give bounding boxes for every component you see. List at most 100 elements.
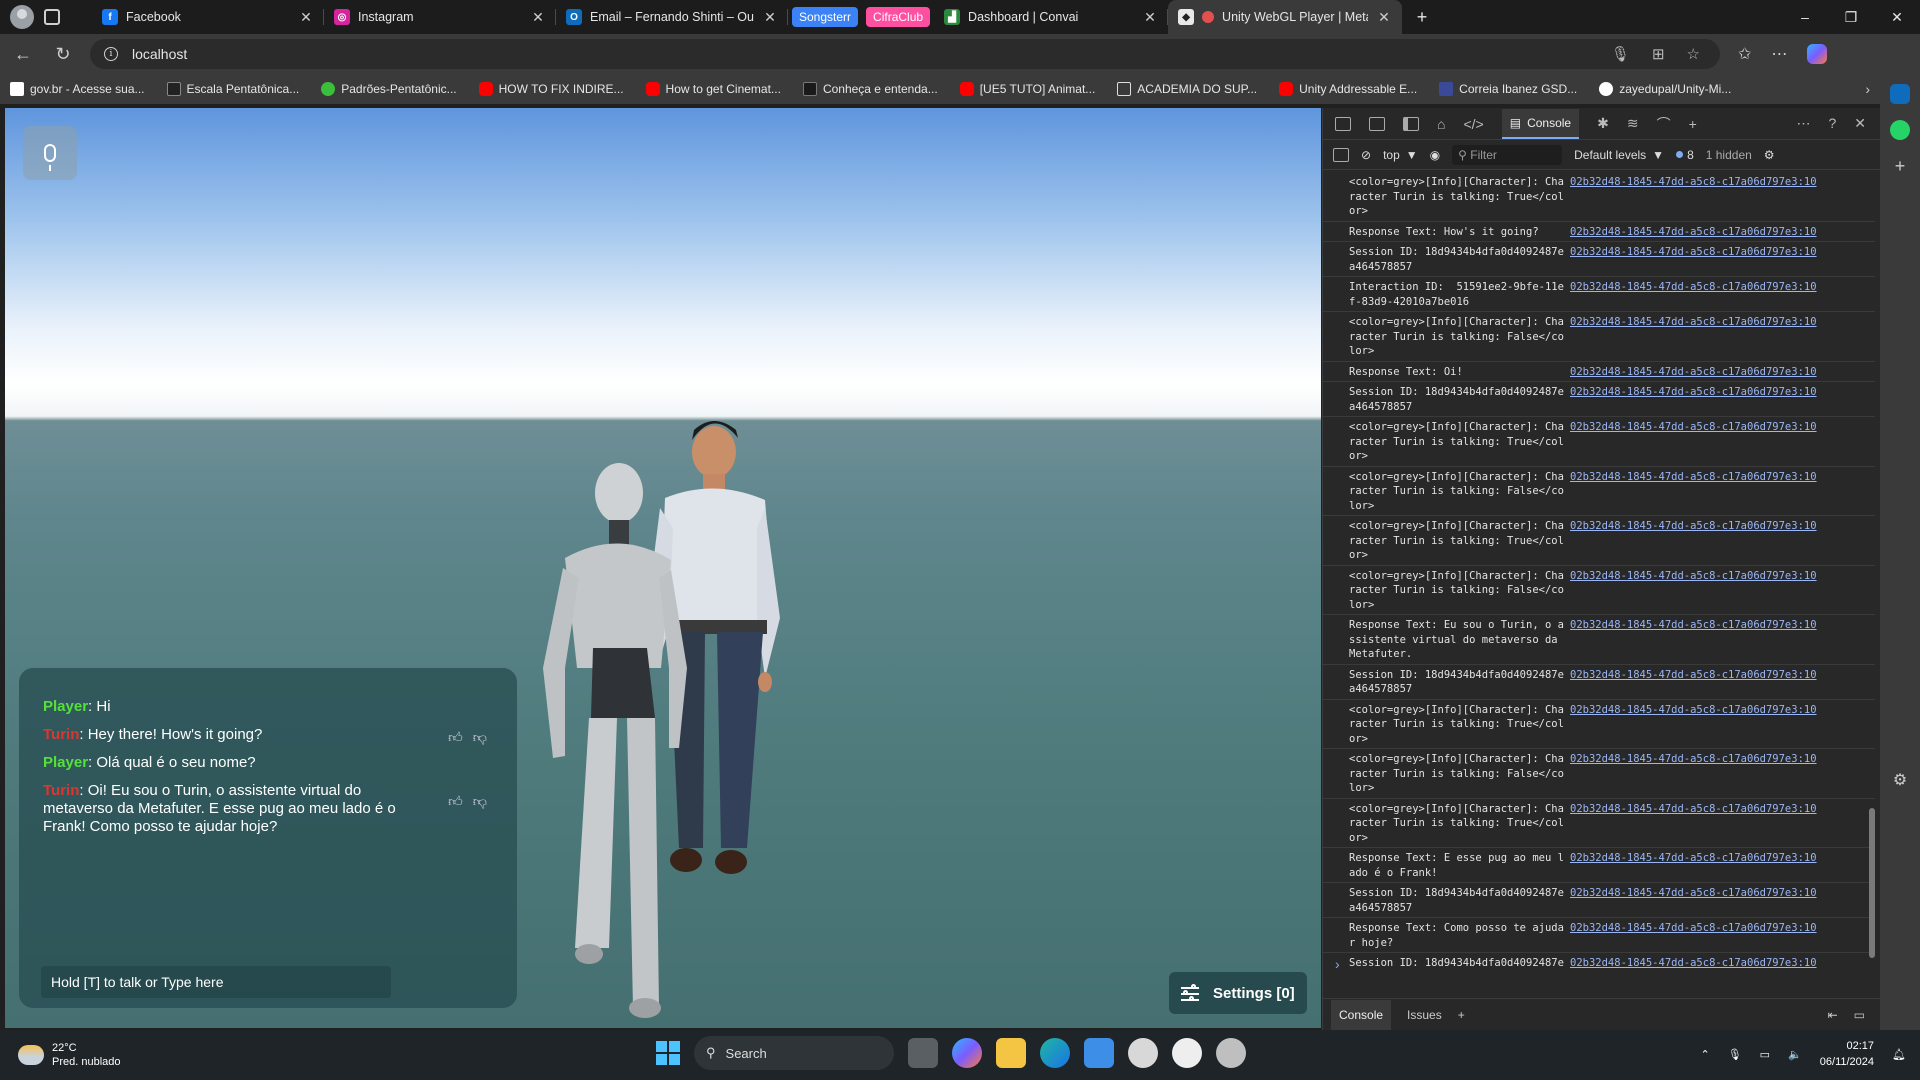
console-source-link[interactable]: 02b32d48-1845-47dd-a5c8-c17a06d797e3:10 <box>1570 703 1817 747</box>
close-drawer-icon[interactable]: ▭ <box>1854 1008 1865 1022</box>
toggle-drawer-icon[interactable] <box>1403 116 1419 131</box>
console-source-link[interactable]: 02b32d48-1845-47dd-a5c8-c17a06d797e3:10 <box>1570 225 1817 240</box>
console-source-link[interactable]: 02b32d48-1845-47dd-a5c8-c17a06d797e3:10 <box>1570 175 1817 219</box>
network-icon[interactable]: ▭ <box>1760 1048 1770 1061</box>
console-source-link[interactable]: 02b32d48-1845-47dd-a5c8-c17a06d797e3:10 <box>1570 886 1817 915</box>
console-filter-input[interactable]: ⚲ Filter <box>1452 144 1563 165</box>
network-wifi-icon[interactable]: ≋ <box>1627 115 1639 132</box>
bookmark-item[interactable]: Padrões-Pentatônic... <box>321 82 457 96</box>
copilot-app-icon[interactable] <box>952 1038 982 1068</box>
microphone-icon[interactable]: 🎙 <box>1611 45 1630 63</box>
close-window-button[interactable]: ✕ <box>1874 0 1920 34</box>
github-desktop-icon[interactable] <box>1216 1038 1246 1068</box>
console-source-link[interactable]: 02b32d48-1845-47dd-a5c8-c17a06d797e3:10 <box>1570 519 1817 563</box>
console-source-link[interactable]: 02b32d48-1845-47dd-a5c8-c17a06d797e3:10 <box>1570 385 1817 414</box>
console-source-link[interactable]: 02b32d48-1845-47dd-a5c8-c17a06d797e3:10 <box>1570 420 1817 464</box>
console-source-link[interactable]: 02b32d48-1845-47dd-a5c8-c17a06d797e3:10 <box>1570 851 1817 880</box>
add-sidebar-app-icon[interactable]: + <box>1895 156 1906 177</box>
reload-button[interactable]: ↻ <box>46 38 80 70</box>
more-tools-icon[interactable]: + <box>1689 116 1697 132</box>
performance-icon[interactable]: ⌒ <box>1657 114 1671 134</box>
chat-input[interactable]: Hold [T] to talk or Type here <box>41 966 391 998</box>
welcome-home-icon[interactable]: ⌂ <box>1437 116 1445 132</box>
close-tab-icon[interactable]: ✕ <box>530 9 546 26</box>
device-emulation-icon[interactable] <box>1369 116 1385 131</box>
tab-group-songsterr[interactable]: Songsterr <box>792 7 859 27</box>
bookmark-item[interactable]: Correia Ibanez GSD... <box>1439 82 1577 96</box>
whatsapp-icon[interactable] <box>1890 120 1910 140</box>
bookmarks-overflow-icon[interactable]: › <box>1865 81 1870 97</box>
bookmark-item[interactable]: gov.br - Acesse sua... <box>10 82 145 96</box>
console-source-link[interactable]: 02b32d48-1845-47dd-a5c8-c17a06d797e3:10 <box>1570 569 1817 613</box>
clear-console-icon[interactable]: ⊘ <box>1361 148 1371 162</box>
bookmark-item[interactable]: Unity Addressable E... <box>1279 82 1417 96</box>
microphone-tray-icon[interactable]: 🎙 <box>1728 1048 1742 1061</box>
task-view-icon[interactable] <box>908 1038 938 1068</box>
taskbar-search[interactable]: ⚲ Search <box>694 1036 894 1070</box>
bookmark-item[interactable]: [UE5 TUTO] Animat... <box>959 82 1095 96</box>
close-tab-icon[interactable]: ✕ <box>1376 9 1392 26</box>
sidebar-settings-icon[interactable]: ⚙ <box>1893 770 1907 790</box>
console-source-link[interactable]: 02b32d48-1845-47dd-a5c8-c17a06d797e3:10 <box>1570 668 1817 697</box>
console-source-link[interactable]: 02b32d48-1845-47dd-a5c8-c17a06d797e3:10 <box>1570 752 1817 796</box>
bookmark-item[interactable]: Escala Pentatônica... <box>166 82 299 96</box>
new-tab-button[interactable]: + <box>1402 0 1442 34</box>
console-prompt[interactable]: › <box>1335 956 1340 972</box>
windows-start-icon[interactable] <box>656 1041 680 1065</box>
tab-outlook[interactable]: O Email – Fernando Shinti – Outlook ✕ <box>556 0 788 34</box>
live-expression-eye-icon[interactable]: ◉ <box>1430 148 1440 162</box>
site-info-icon[interactable]: i <box>104 47 118 61</box>
address-bar[interactable]: i localhost 🎙 ⊞ ☆ <box>90 39 1720 69</box>
thumbs-down-icon[interactable]: 👎︎ <box>473 792 487 810</box>
minimize-button[interactable]: – <box>1782 0 1828 34</box>
unity-webgl-canvas[interactable]: Player: Hi Turin: Hey there! How's it go… <box>5 108 1321 1028</box>
bookmark-item[interactable]: ACADEMIA DO SUP... <box>1117 82 1257 96</box>
console-source-link[interactable]: 02b32d48-1845-47dd-a5c8-c17a06d797e3:10 <box>1570 618 1817 662</box>
more-options-icon[interactable]: ⋯ <box>1796 115 1810 132</box>
bookmark-item[interactable]: HOW TO FIX INDIRE... <box>478 82 624 96</box>
volume-icon[interactable]: 🔈 <box>1788 1048 1802 1061</box>
microsoft-store-icon[interactable] <box>1084 1038 1114 1068</box>
message-count-badge[interactable]: 8 <box>1676 148 1694 162</box>
unity-editor-icon[interactable] <box>1172 1038 1202 1068</box>
console-source-link[interactable]: 02b32d48-1845-47dd-a5c8-c17a06d797e3:10 <box>1570 245 1817 274</box>
tab-facebook[interactable]: f Facebook ✕ <box>92 0 324 34</box>
close-tab-icon[interactable]: ✕ <box>1142 9 1158 26</box>
console-source-link[interactable]: 02b32d48-1845-47dd-a5c8-c17a06d797e3:10 <box>1570 921 1817 950</box>
console-source-link[interactable]: 02b32d48-1845-47dd-a5c8-c17a06d797e3:10 <box>1570 956 1817 972</box>
restore-button[interactable]: ❐ <box>1828 0 1874 34</box>
console-scrollbar[interactable] <box>1868 178 1876 968</box>
tab-console[interactable]: ▤ Console <box>1501 108 1580 139</box>
drawer-tab-issues[interactable]: Issues <box>1407 1008 1442 1022</box>
thumbs-up-icon[interactable]: 👍︎ <box>448 792 463 810</box>
help-icon[interactable]: ? <box>1828 115 1836 132</box>
thumbs-down-icon[interactable]: 👎︎ <box>473 728 487 746</box>
log-levels-select[interactable]: Default levels ▼ <box>1574 148 1664 162</box>
context-select[interactable]: top ▼ <box>1383 148 1418 162</box>
address-text[interactable]: localhost <box>132 46 187 62</box>
weather-widget[interactable]: 22°C Pred. nublado <box>0 1041 121 1069</box>
outlook-icon[interactable] <box>1890 84 1910 104</box>
tab-group-cifraclub[interactable]: CifraClub <box>866 7 931 27</box>
thumbs-up-icon[interactable]: 👍︎ <box>448 728 463 746</box>
notifications-bell-icon[interactable]: 🔔︎ <box>1892 1048 1906 1061</box>
copilot-icon[interactable] <box>1807 44 1828 64</box>
edge-browser-icon[interactable] <box>1040 1038 1070 1068</box>
bookmark-item[interactable]: Conheça e entenda... <box>802 82 938 96</box>
tab-actions-icon[interactable] <box>44 9 60 25</box>
bookmark-item[interactable]: How to get Cinemat... <box>645 82 781 96</box>
app-available-icon[interactable]: ⊞ <box>1652 45 1665 63</box>
clock[interactable]: 02:17 06/11/2024 <box>1820 1038 1874 1070</box>
settings-button[interactable]: Settings [0] <box>1169 972 1307 1014</box>
elements-tab-icon[interactable]: </> <box>1463 116 1483 132</box>
console-source-link[interactable]: 02b32d48-1845-47dd-a5c8-c17a06d797e3:10 <box>1570 315 1817 359</box>
add-drawer-tab-icon[interactable]: + <box>1458 1008 1465 1022</box>
close-tab-icon[interactable]: ✕ <box>298 9 314 26</box>
sources-debug-icon[interactable]: ✱ <box>1597 115 1609 132</box>
favorites-icon[interactable]: ✩ <box>1738 44 1751 64</box>
tab-convai[interactable]: ▟ Dashboard | Convai ✕ <box>934 0 1169 34</box>
favorite-star-icon[interactable]: ☆ <box>1687 45 1700 63</box>
dock-drawer-icon[interactable]: ⇤ <box>1828 1008 1838 1022</box>
console-settings-icon[interactable]: ⚙ <box>1764 148 1775 162</box>
close-devtools-icon[interactable]: ✕ <box>1854 115 1866 132</box>
